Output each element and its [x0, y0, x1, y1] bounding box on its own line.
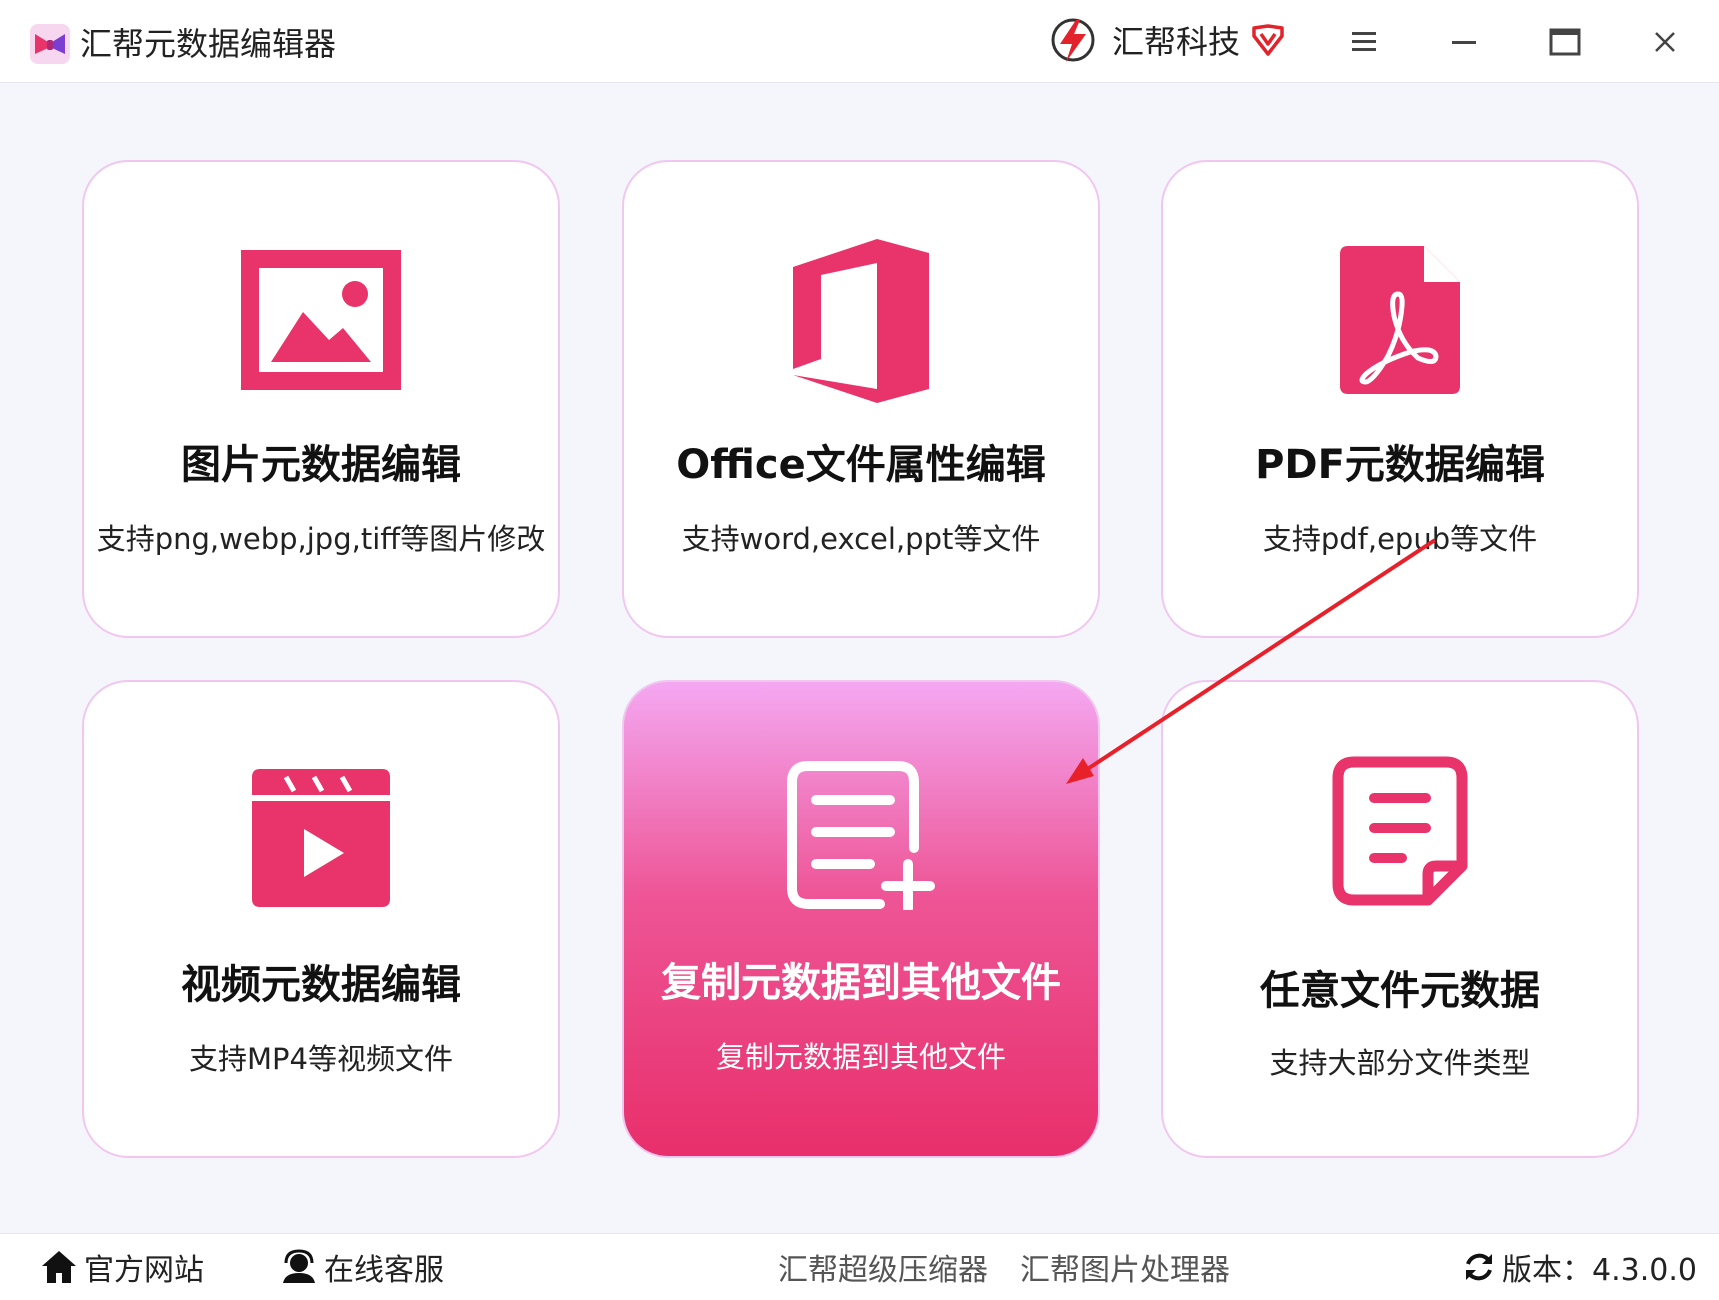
card-title: 任意文件元数据	[1260, 968, 1540, 1014]
pdf-icon	[1340, 246, 1460, 394]
close-icon[interactable]	[1643, 20, 1687, 64]
version-label: 版本：4.3.0.0	[1502, 1253, 1697, 1288]
refresh-icon	[1466, 1253, 1492, 1281]
hamburger-menu-icon[interactable]	[1342, 20, 1386, 64]
image-processor-label: 汇帮图片处理器	[1020, 1253, 1230, 1288]
card-title: 图片元数据编辑	[181, 442, 461, 488]
headset-user-icon	[283, 1249, 315, 1283]
main-panel: 图片元数据编辑 支持png,webp,jpg,tiff等图片修改 Office文…	[0, 83, 1719, 1233]
card-title: Office文件属性编辑	[676, 442, 1046, 488]
compressor-label: 汇帮超级压缩器	[778, 1253, 988, 1288]
card-description: 支持pdf,epub等文件	[1262, 522, 1538, 556]
maximize-icon[interactable]	[1543, 20, 1587, 64]
card-pdf-metadata[interactable]: PDF元数据编辑 支持pdf,epub等文件	[1161, 160, 1639, 638]
bow-logo-icon	[30, 24, 70, 64]
card-image-metadata[interactable]: 图片元数据编辑 支持png,webp,jpg,tiff等图片修改	[82, 160, 560, 638]
card-description: 支持word,excel,ppt等文件	[681, 522, 1041, 556]
brand-name: 汇帮科技	[1112, 23, 1241, 61]
card-description: 复制元数据到其他文件	[715, 1040, 1006, 1074]
compressor-link[interactable]: 汇帮超级压缩器	[778, 1234, 988, 1300]
office-icon	[793, 239, 929, 403]
version-info[interactable]: 版本：4.3.0.0	[1462, 1234, 1697, 1300]
image-icon	[241, 250, 401, 390]
card-description: 支持png,webp,jpg,tiff等图片修改	[96, 522, 546, 556]
lightning-logo-icon	[1051, 18, 1095, 62]
card-any-file-metadata[interactable]: 任意文件元数据 支持大部分文件类型	[1161, 680, 1639, 1158]
card-title: 视频元数据编辑	[181, 962, 461, 1008]
image-processor-link[interactable]: 汇帮图片处理器	[1020, 1234, 1230, 1300]
online-support-label: 在线客服	[324, 1253, 444, 1288]
card-description: 支持MP4等视频文件	[189, 1042, 453, 1076]
document-add-icon	[787, 761, 935, 910]
card-title: PDF元数据编辑	[1255, 442, 1545, 488]
document-icon	[1332, 756, 1468, 906]
card-description: 支持大部分文件类型	[1269, 1046, 1531, 1080]
card-office-properties[interactable]: Office文件属性编辑 支持word,excel,ppt等文件	[622, 160, 1100, 638]
card-copy-metadata[interactable]: 复制元数据到其他文件 复制元数据到其他文件	[622, 680, 1100, 1158]
title-bar: 汇帮元数据编辑器 汇帮科技	[0, 0, 1719, 83]
home-icon	[42, 1251, 76, 1283]
card-video-metadata[interactable]: 视频元数据编辑 支持MP4等视频文件	[82, 680, 560, 1158]
video-icon	[252, 769, 390, 907]
card-title: 复制元数据到其他文件	[661, 960, 1061, 1006]
online-support-link[interactable]: 在线客服	[280, 1234, 444, 1300]
minimize-icon[interactable]	[1442, 20, 1486, 64]
footer-bar: 官方网站 在线客服 汇帮超级压缩器 汇帮图片处理器 版本：4.3.0.0	[0, 1233, 1719, 1300]
official-website-link[interactable]: 官方网站	[40, 1234, 204, 1300]
app-title: 汇帮元数据编辑器	[80, 25, 337, 63]
heart-badge-icon[interactable]	[1250, 22, 1286, 58]
official-website-label: 官方网站	[84, 1253, 204, 1288]
